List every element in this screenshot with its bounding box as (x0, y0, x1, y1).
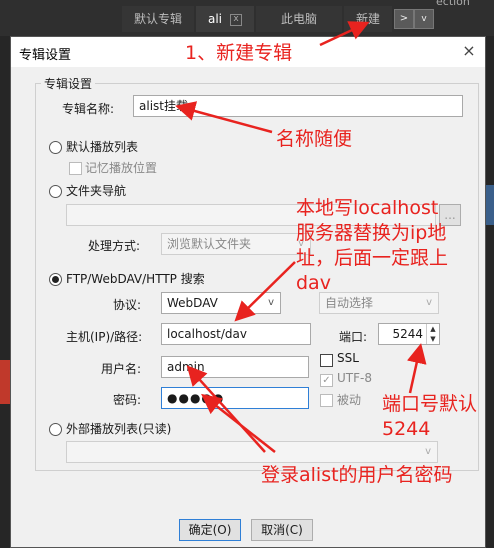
tab-scroll-right-icon[interactable]: > (394, 9, 414, 29)
checkbox-remember-position[interactable] (69, 162, 82, 175)
album-name-label: 专辑名称: (62, 102, 115, 116)
utf8-label: UTF-8 (337, 371, 372, 385)
tab-close-icon[interactable]: x (230, 13, 243, 26)
tab-ali-label: ali (207, 12, 223, 26)
encoding-value: 自动选择 (325, 296, 374, 310)
default-playlist-label: 默认播放列表 (66, 140, 139, 154)
ok-button[interactable]: 确定(O) (179, 519, 241, 541)
host-label: 主机(IP)/路径: (66, 330, 143, 344)
annotation-port-line2: 5244 (382, 418, 431, 440)
chevron-down-icon: v (425, 446, 431, 457)
annotation-login-hint: 登录alist的用户名密码 (261, 464, 453, 486)
annotation-host-line1: 本地写localhost (296, 197, 439, 219)
annotation-host-hint: 本地写localhost 服务器替换为ip地 址，后面一定跟上 dav (296, 196, 448, 296)
password-input[interactable]: ●●●●● (161, 387, 309, 409)
passive-label: 被动 (337, 393, 362, 407)
chevron-down-icon: v (268, 297, 274, 308)
background-red-block (0, 360, 10, 404)
folder-navigation-label: 文件夹导航 (66, 184, 127, 198)
radio-external-playlist[interactable] (49, 423, 62, 436)
radio-folder-navigation[interactable] (49, 185, 62, 198)
port-label: 端口: (339, 330, 368, 344)
background-right-highlight (486, 185, 494, 225)
annotation-port-line1: 端口号默认 (382, 393, 478, 415)
close-icon[interactable]: × (459, 40, 479, 62)
protocol-value: WebDAV (167, 296, 218, 310)
annotation-host-line3: 址，后面一定跟上 (296, 247, 449, 269)
background-tab-bar: 默认专辑 ali x 此电脑 新建 > v ection (0, 0, 494, 36)
port-decrement-icon[interactable]: ▼ (426, 334, 439, 344)
handling-mode-value: 浏览默认文件夹 (167, 237, 252, 251)
radio-default-playlist[interactable] (49, 141, 62, 154)
port-input[interactable]: 5244 ▲ ▼ (378, 323, 440, 345)
handling-mode-select[interactable]: 浏览默认文件夹 v (161, 233, 311, 255)
handling-mode-label: 处理方式: (88, 239, 141, 253)
annotation-port-hint: 端口号默认 5244 (382, 392, 477, 442)
username-label: 用户名: (101, 362, 142, 376)
background-corner-text: ection (436, 0, 470, 8)
background-left-strip (0, 36, 10, 548)
checkbox-passive[interactable] (320, 394, 333, 407)
tab-menu-chevron-icon[interactable]: v (414, 9, 434, 29)
dialog-title: 专辑设置 (19, 48, 72, 63)
ssl-label: SSL (337, 351, 359, 365)
host-path-input[interactable]: localhost/dav (161, 323, 311, 345)
group-title: 专辑设置 (41, 75, 96, 92)
tab-ali[interactable]: ali x (196, 6, 254, 32)
cancel-button[interactable]: 取消(C) (251, 519, 313, 541)
annotation-new-album: 1、新建专辑 (185, 42, 293, 64)
port-value: 5244 (392, 327, 423, 341)
password-label: 密码: (113, 393, 142, 407)
annotation-host-line2: 服务器替换为ip地 (296, 222, 447, 244)
protocol-label: 协议: (113, 298, 142, 312)
protocol-select[interactable]: WebDAV v (161, 292, 281, 314)
remember-position-label: 记忆播放位置 (85, 161, 158, 175)
tab-default-album[interactable]: 默认专辑 (122, 6, 194, 32)
external-playlist-label: 外部播放列表(只读) (66, 422, 172, 436)
chevron-down-icon: v (426, 297, 432, 308)
annotation-host-line4: dav (296, 272, 331, 294)
checkbox-ssl[interactable] (320, 354, 333, 367)
album-name-input[interactable]: alist挂载 (133, 95, 463, 117)
tab-new[interactable]: 新建 (344, 6, 392, 32)
annotation-name-any: 名称随便 (276, 128, 353, 150)
tab-this-pc[interactable]: 此电脑 (256, 6, 342, 32)
radio-ftp-webdav-http[interactable] (49, 273, 62, 286)
checkbox-utf8[interactable]: ✓ (320, 374, 333, 387)
username-input[interactable]: admin (161, 356, 309, 378)
ftp-webdav-http-label: FTP/WebDAV/HTTP 搜索 (66, 272, 205, 286)
